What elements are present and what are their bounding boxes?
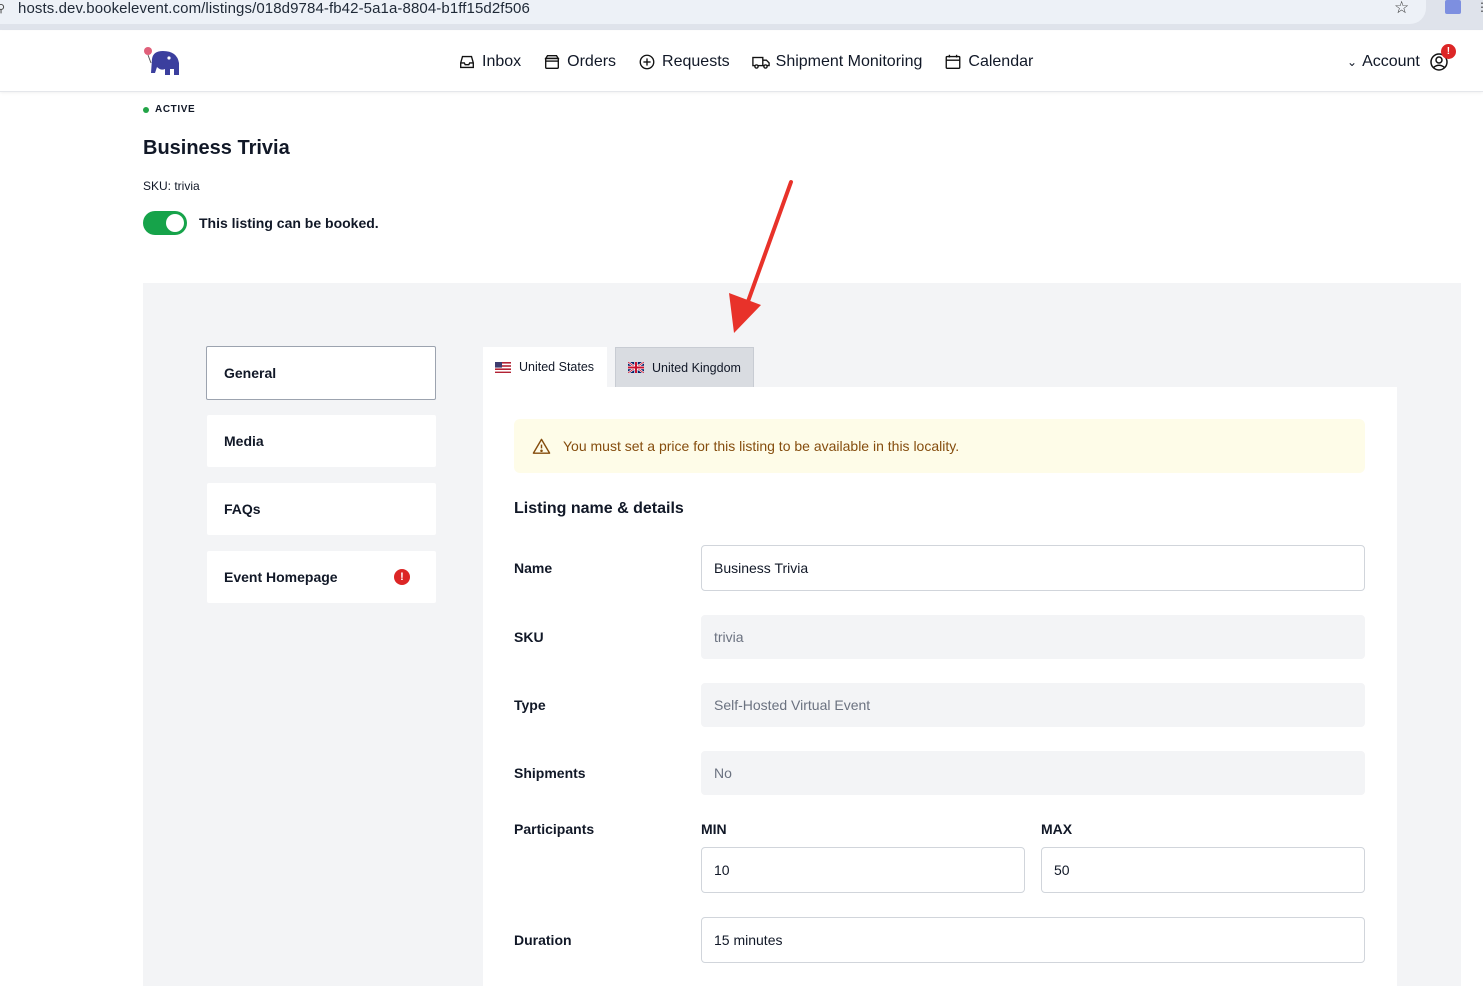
section-title: Listing name & details (514, 500, 684, 517)
bookable-label: This listing can be booked. (199, 215, 379, 231)
nav-inbox[interactable]: Inbox (458, 53, 521, 71)
account-label: Account (1362, 52, 1420, 70)
nav-shipment-monitoring[interactable]: Shipment Monitoring (751, 52, 923, 71)
max-label: MAX (1041, 821, 1073, 837)
price-warning: You must set a price for this listing to… (514, 419, 1365, 473)
calendar-icon (945, 54, 961, 69)
nav-orders[interactable]: Orders (543, 53, 616, 71)
bookmark-star-icon[interactable]: ☆ (1394, 0, 1409, 18)
sidenav-item-label: Event Homepage (224, 569, 338, 585)
tab-label: United States (519, 360, 595, 374)
shipments-label: Shipments (514, 765, 586, 781)
bookable-toggle[interactable] (143, 211, 187, 235)
sidenav-item-label: FAQs (224, 501, 261, 517)
nav-calendar-label: Calendar (968, 52, 1034, 70)
tab-united-kingdom[interactable]: United Kingdom (615, 347, 754, 387)
nav-calendar[interactable]: Calendar (944, 53, 1033, 71)
us-flag-icon (495, 361, 511, 373)
app-header: Inbox Orders Requests Shipment Monitorin… (0, 31, 1483, 92)
sidenav-item-faqs[interactable]: FAQs (207, 483, 436, 535)
chevron-down-icon: ⌄ (1347, 54, 1358, 69)
sidenav-item-label: General (224, 365, 277, 381)
shipments-field: No (701, 751, 1365, 795)
nav-shipment-label: Shipment Monitoring (775, 52, 923, 70)
duration-field[interactable]: 15 minutes (701, 917, 1365, 963)
name-field[interactable]: Business Trivia (701, 545, 1365, 591)
browser-url-bar: ⚲ hosts.dev.bookelevent.com/listings/018… (0, 0, 1483, 30)
tab-united-states[interactable]: United States (483, 347, 607, 387)
account-alert-badge: ! (1440, 43, 1456, 59)
duration-label: Duration (514, 932, 572, 948)
nav-orders-label: Orders (567, 52, 617, 70)
status-dot (143, 106, 149, 113)
logo-icon[interactable] (143, 45, 181, 77)
status-badge: ACTIVE (143, 104, 195, 115)
nav-requests-label: Requests (662, 52, 730, 70)
toggle-knob (166, 214, 184, 232)
sidenav-item-label: Media (224, 433, 264, 449)
url-text[interactable]: hosts.dev.bookelevent.com/listings/018d9… (18, 0, 530, 17)
truck-icon (751, 56, 770, 69)
sku-text: SKU: trivia (143, 179, 200, 193)
error-icon: ! (394, 569, 410, 585)
name-label: Name (514, 560, 553, 576)
warning-triangle-icon (532, 438, 551, 454)
sidenav-item-general[interactable]: General (206, 346, 436, 400)
min-label: MIN (701, 821, 727, 837)
site-info-icon[interactable]: ⚲ (0, 2, 5, 15)
nav-inbox-label: Inbox (482, 52, 522, 70)
type-label: Type (514, 697, 546, 713)
max-participants-field[interactable]: 50 (1041, 847, 1365, 893)
warning-text: You must set a price for this listing to… (563, 438, 960, 454)
user-avatar[interactable]: ! (1429, 43, 1456, 72)
type-field: Self-Hosted Virtual Event (701, 683, 1365, 727)
nav-requests[interactable]: Requests (638, 53, 730, 71)
extension-icon[interactable] (1445, 0, 1461, 14)
plus-circle-icon (639, 54, 655, 69)
sku-field: trivia (701, 615, 1365, 659)
sidenav-item-event-homepage[interactable]: Event Homepage ! (207, 551, 436, 603)
uk-flag-icon (628, 362, 644, 373)
sidenav-item-media[interactable]: Media (207, 415, 436, 467)
status-text: ACTIVE (155, 104, 196, 115)
sku-label: SKU (514, 629, 544, 645)
min-participants-field[interactable]: 10 (701, 847, 1025, 893)
more-icon[interactable]: ⋮ (1476, 0, 1483, 14)
account-menu[interactable]: ⌄ Account ! (1347, 31, 1456, 92)
orders-icon (544, 54, 560, 69)
participants-label: Participants (514, 821, 595, 837)
tab-label: United Kingdom (652, 360, 741, 375)
inbox-icon (460, 55, 474, 68)
page-title: Business Trivia (143, 137, 290, 159)
main-nav: Inbox Orders Requests Shipment Monitorin… (458, 31, 1033, 92)
